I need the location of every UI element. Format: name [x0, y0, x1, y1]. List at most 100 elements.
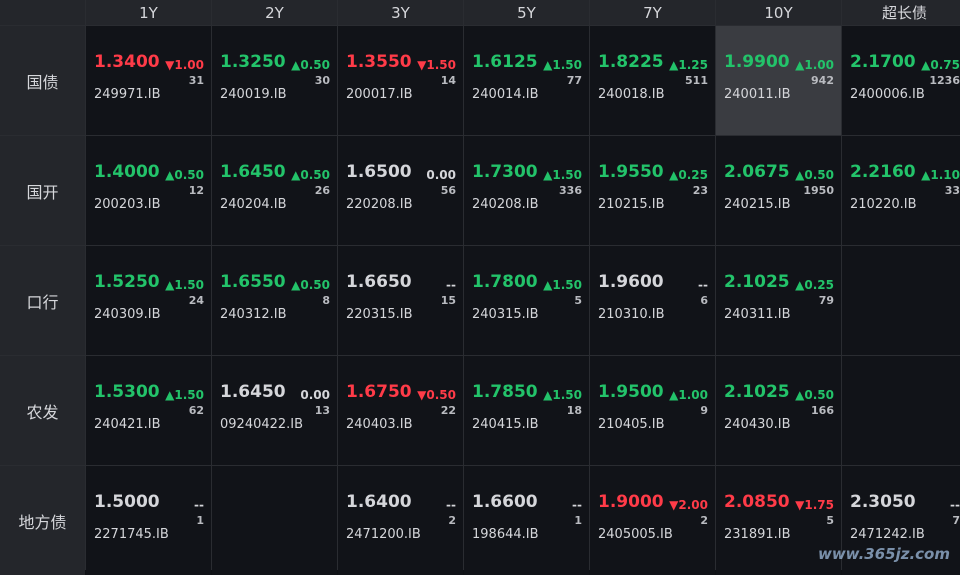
quote-cell[interactable]: 1.6750▼0.5022240403.IB: [338, 356, 463, 465]
trade-count: 511: [685, 74, 708, 87]
price-change: ▲1.00: [795, 58, 834, 72]
price-change: ▲0.75: [921, 58, 960, 72]
row-header-adbc[interactable]: 农发: [0, 356, 85, 465]
bond-code: 210310.IB: [598, 307, 665, 322]
trade-count: 2: [700, 514, 708, 527]
quote-cell[interactable]: 1.9900▲1.00942240011.IB: [716, 26, 841, 135]
quote-cell[interactable]: 2.1025▲0.2579240311.IB: [716, 246, 841, 355]
bond-code: 210405.IB: [598, 417, 665, 432]
trade-count: 9: [700, 404, 708, 417]
yield-price: 1.6550: [220, 272, 286, 292]
quote-cell[interactable]: 2.1700▲0.7512362400006.IB: [842, 26, 960, 135]
quote-cell[interactable]: [842, 356, 960, 465]
bond-code: 240315.IB: [472, 307, 539, 322]
quote-cell[interactable]: 1.65000.0056220208.IB: [338, 136, 463, 245]
column-header-5y[interactable]: 5Y: [464, 0, 589, 25]
trade-count: 5: [574, 294, 582, 307]
bond-code: 2471200.IB: [346, 527, 421, 542]
price-change: --: [446, 278, 456, 292]
yield-price: 1.5000: [94, 492, 160, 512]
bond-code: 240430.IB: [724, 417, 791, 432]
trade-count: 166: [811, 404, 834, 417]
trade-count: 62: [189, 404, 204, 417]
bond-code: 2400006.IB: [850, 87, 925, 102]
grid-corner: [0, 0, 85, 25]
quote-cell[interactable]: 1.3400▼1.0031249971.IB: [86, 26, 211, 135]
price-change: ▼2.00: [669, 498, 708, 512]
trade-count: 942: [811, 74, 834, 87]
column-header-10y[interactable]: 10Y: [716, 0, 841, 25]
price-change: ▲1.50: [165, 388, 204, 402]
trade-count: 6: [700, 294, 708, 307]
bond-code: 200017.IB: [346, 87, 413, 102]
price-change: ▲1.50: [165, 278, 204, 292]
quote-cell[interactable]: 1.64500.001309240422.IB: [212, 356, 337, 465]
quote-cell[interactable]: 1.6650--15220315.IB: [338, 246, 463, 355]
price-change: ▼1.50: [417, 58, 456, 72]
yield-price: 2.1025: [724, 272, 790, 292]
trade-count: 5: [826, 514, 834, 527]
quote-cell[interactable]: [212, 466, 337, 575]
price-change: ▲1.50: [543, 58, 582, 72]
quote-cell[interactable]: 1.7800▲1.505240315.IB: [464, 246, 589, 355]
quote-cell[interactable]: 1.6550▲0.508240312.IB: [212, 246, 337, 355]
row-header-exim[interactable]: 口行: [0, 246, 85, 355]
yield-price: 1.3250: [220, 52, 286, 72]
price-change: ▼1.00: [165, 58, 204, 72]
row-header-cdb[interactable]: 国开: [0, 136, 85, 245]
trade-count: 336: [559, 184, 582, 197]
quote-cell[interactable]: 1.9600--6210310.IB: [590, 246, 715, 355]
quote-cell[interactable]: 1.5000--12271745.IB: [86, 466, 211, 575]
quote-cell[interactable]: 1.7850▲1.5018240415.IB: [464, 356, 589, 465]
bond-quote-grid: 1Y 2Y 3Y 5Y 7Y 10Y 超长债 国债 1.3400▼1.00312…: [0, 0, 960, 570]
quote-cell[interactable]: 1.6125▲1.5077240014.IB: [464, 26, 589, 135]
quote-cell[interactable]: 1.9000▼2.0022405005.IB: [590, 466, 715, 575]
bond-code: 240014.IB: [472, 87, 539, 102]
yield-price: 1.9600: [598, 272, 664, 292]
yield-price: 2.0675: [724, 162, 790, 182]
trade-count: 12: [189, 184, 204, 197]
bond-code: 200203.IB: [94, 197, 161, 212]
quote-cell[interactable]: 1.3250▲0.5030240019.IB: [212, 26, 337, 135]
quote-cell[interactable]: 2.0675▲0.501950240215.IB: [716, 136, 841, 245]
bond-code: 240311.IB: [724, 307, 791, 322]
trade-count: 14: [441, 74, 456, 87]
quote-cell[interactable]: 1.9500▲1.009210405.IB: [590, 356, 715, 465]
row-header-local-gov[interactable]: 地方债: [0, 466, 85, 575]
price-change: ▲1.10: [921, 168, 960, 182]
row-header-treasury[interactable]: 国债: [0, 26, 85, 135]
column-header-2y[interactable]: 2Y: [212, 0, 337, 25]
yield-price: 2.1025: [724, 382, 790, 402]
quote-cell[interactable]: 1.8225▲1.25511240018.IB: [590, 26, 715, 135]
price-change: ▲0.50: [291, 168, 330, 182]
column-header-super-long[interactable]: 超长债: [842, 0, 960, 25]
bond-code: 240421.IB: [94, 417, 161, 432]
quote-cell[interactable]: 1.3550▼1.5014200017.IB: [338, 26, 463, 135]
price-change: ▲0.50: [795, 168, 834, 182]
bond-code: 198644.IB: [472, 527, 539, 542]
column-header-3y[interactable]: 3Y: [338, 0, 463, 25]
quote-cell[interactable]: 1.7300▲1.50336240208.IB: [464, 136, 589, 245]
column-header-7y[interactable]: 7Y: [590, 0, 715, 25]
yield-price: 1.5250: [94, 272, 160, 292]
price-change: ▲1.50: [543, 388, 582, 402]
quote-cell[interactable]: 1.6600--1198644.IB: [464, 466, 589, 575]
quote-cell[interactable]: 1.5300▲1.5062240421.IB: [86, 356, 211, 465]
quote-cell[interactable]: [842, 246, 960, 355]
yield-price: 1.6600: [472, 492, 538, 512]
column-header-1y[interactable]: 1Y: [86, 0, 211, 25]
price-change: ▲1.25: [669, 58, 708, 72]
site-watermark: www.365jz.com: [818, 545, 950, 563]
quote-cell[interactable]: 1.5250▲1.5024240309.IB: [86, 246, 211, 355]
trade-count: 79: [819, 294, 834, 307]
trade-count: 1950: [803, 184, 834, 197]
quote-cell[interactable]: 1.6450▲0.5026240204.IB: [212, 136, 337, 245]
bond-code: 240204.IB: [220, 197, 287, 212]
quote-cell[interactable]: 1.4000▲0.5012200203.IB: [86, 136, 211, 245]
quote-cell[interactable]: 1.6400--22471200.IB: [338, 466, 463, 575]
yield-price: 1.9000: [598, 492, 664, 512]
quote-cell[interactable]: 2.1025▲0.50166240430.IB: [716, 356, 841, 465]
quote-cell[interactable]: 2.2160▲1.1033210220.IB: [842, 136, 960, 245]
quote-cell[interactable]: 1.9550▲0.2523210215.IB: [590, 136, 715, 245]
bond-code: 220315.IB: [346, 307, 413, 322]
